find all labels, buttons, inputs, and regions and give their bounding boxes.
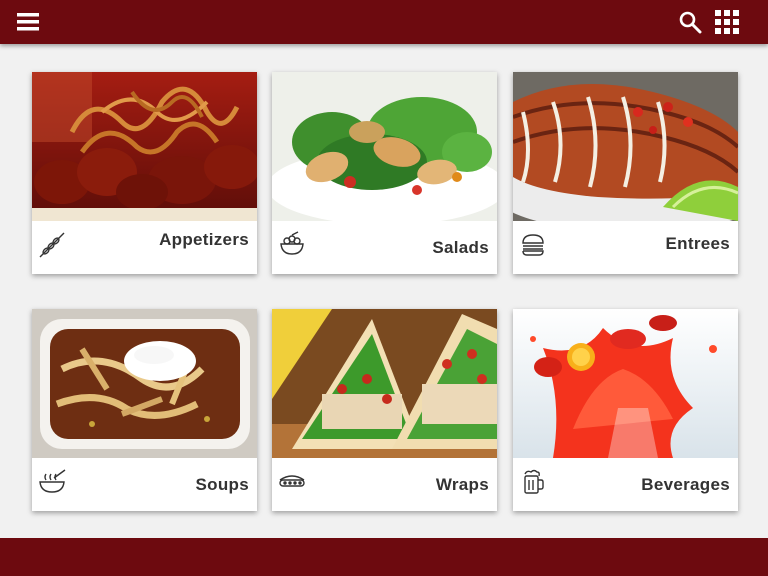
appetizers-photo (32, 72, 257, 221)
category-card-beverages[interactable]: Beverages (513, 309, 738, 511)
category-label: Wraps (435, 475, 489, 494)
category-label: Appetizers (159, 230, 249, 249)
soups-photo (32, 309, 257, 458)
category-card-wraps[interactable]: Wraps (272, 309, 497, 511)
beer-mug-icon (519, 468, 547, 496)
category-label: Beverages (641, 475, 730, 494)
wraps-photo (272, 309, 497, 458)
grid-apps-icon[interactable] (715, 10, 739, 34)
top-app-bar (0, 0, 768, 44)
salads-photo (272, 72, 497, 221)
category-card-entrees[interactable]: Entrees (513, 72, 738, 274)
skewer-icon (38, 231, 66, 259)
salad-bowl-icon (278, 231, 306, 259)
category-card-appetizers[interactable]: Appetizers (32, 72, 257, 274)
category-label: Entrees (665, 234, 730, 253)
beverages-photo (513, 309, 738, 458)
soup-bowl-icon (38, 468, 66, 496)
category-label: Soups (195, 475, 249, 494)
category-card-salads[interactable]: Salads (272, 72, 497, 274)
entrees-photo (513, 72, 738, 221)
wrap-icon (278, 468, 306, 496)
hamburger-menu-icon[interactable] (16, 11, 40, 33)
bottom-bar (0, 538, 768, 576)
burger-icon (519, 231, 547, 259)
category-card-soups[interactable]: Soups (32, 309, 257, 511)
category-label: Salads (432, 238, 489, 257)
search-icon[interactable] (678, 10, 702, 34)
